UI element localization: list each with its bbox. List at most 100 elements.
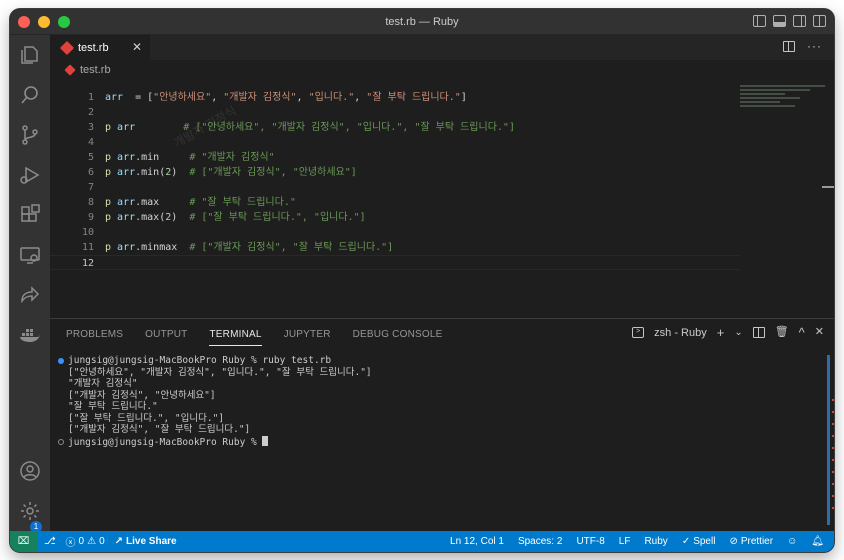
editor-tabs: test.rb ✕ ··· xyxy=(50,35,834,60)
tab-jupyter[interactable]: JUPYTER xyxy=(284,329,331,346)
terminal-name[interactable]: zsh - Ruby xyxy=(654,327,707,339)
code-line[interactable]: 10 xyxy=(50,225,740,240)
terminal-line: jungsig@jungsig-MacBookPro Ruby % ruby t… xyxy=(56,355,816,367)
code-line[interactable]: 6 p arr.min(2) # ["개발자 김정식", "안녕하세요"] xyxy=(50,165,740,180)
terminal-prompt[interactable]: jungsig@jungsig-MacBookPro Ruby % xyxy=(56,435,816,448)
line-number: 5 xyxy=(87,152,94,163)
spell-button[interactable]: ✓ Spell xyxy=(682,536,716,547)
close-window-button[interactable] xyxy=(18,16,30,28)
layout-controls xyxy=(753,15,826,27)
line-number: 4 xyxy=(87,137,94,148)
code-text: p arr.max(2) # ["잘 부탁 드립니다.", "입니다."] xyxy=(105,212,366,223)
indentation[interactable]: Spaces: 2 xyxy=(518,536,562,547)
warning-count: 0 xyxy=(99,536,105,547)
remote-explorer-icon[interactable] xyxy=(18,243,42,267)
line-number: 1 xyxy=(87,92,94,103)
terminal-output[interactable]: jungsig@jungsig-MacBookPro Ruby % ruby t… xyxy=(56,355,816,448)
account-icon[interactable] xyxy=(18,459,42,483)
code-line[interactable]: 9 p arr.max(2) # ["잘 부탁 드립니다.", "입니다."] xyxy=(50,210,740,225)
tab-output[interactable]: OUTPUT xyxy=(145,329,187,346)
code-line[interactable]: 8 p arr.max # "잘 부탁 드립니다." xyxy=(50,195,740,210)
source-control-icon[interactable] xyxy=(18,123,42,147)
zoom-window-button[interactable] xyxy=(58,16,70,28)
extensions-icon[interactable] xyxy=(18,203,42,227)
end-of-line[interactable]: LF xyxy=(619,536,631,547)
remote-indicator[interactable]: ⌧ xyxy=(10,531,37,552)
maximize-panel-icon[interactable]: ^ xyxy=(799,326,805,339)
ruby-file-icon xyxy=(64,64,76,76)
customize-layout-icon[interactable] xyxy=(813,15,826,27)
docker-icon[interactable] xyxy=(18,323,42,347)
line-number: 3 xyxy=(87,122,94,133)
code-line[interactable]: 1 arr = ["안녕하세요", "개발자 김정식", "입니다.", "잘 부… xyxy=(50,90,740,105)
prettier-icon: ⊘ xyxy=(729,536,738,547)
close-tab-icon[interactable]: ✕ xyxy=(132,40,142,54)
close-panel-icon[interactable]: ✕ xyxy=(815,326,824,339)
problems-status[interactable]: ⓧ 0 ⚠ 0 xyxy=(66,534,105,549)
more-actions-icon[interactable]: ··· xyxy=(807,40,822,52)
explorer-icon[interactable] xyxy=(18,43,42,67)
code-text: p arr.min # "개발자 김정식" xyxy=(105,152,275,163)
toggle-secondary-sidebar-icon[interactable] xyxy=(793,15,806,27)
code-line[interactable]: 3 p arr # ["안녕하세요", "개발자 김정식", "입니다.", "잘… xyxy=(50,120,740,135)
code-text: arr = ["안녕하세요", "개발자 김정식", "입니다.", "잘 부탁… xyxy=(105,92,467,103)
toggle-primary-sidebar-icon[interactable] xyxy=(753,15,766,27)
line-number: 7 xyxy=(87,182,94,193)
code-line[interactable]: 11 p arr.minmax # ["개발자 김정식", "잘 부탁 드립니다.… xyxy=(50,240,740,255)
split-terminal-icon[interactable] xyxy=(752,327,765,338)
breadcrumb-file[interactable]: test.rb xyxy=(80,64,111,76)
code-line[interactable]: 4 xyxy=(50,135,740,150)
trash-icon[interactable]: 🗑 xyxy=(775,326,789,339)
code-line[interactable]: 7 xyxy=(50,180,740,195)
status-right: Ln 12, Col 1 Spaces: 2 UTF-8 LF Ruby ✓ S… xyxy=(450,531,824,552)
tab-problems[interactable]: PROBLEMS xyxy=(66,329,123,346)
encoding[interactable]: UTF-8 xyxy=(576,536,604,547)
chevron-down-icon[interactable]: ⌄ xyxy=(734,326,742,339)
code-editor[interactable]: 1 arr = ["안녕하세요", "개발자 김정식", "입니다.", "잘 부… xyxy=(50,80,834,318)
add-terminal-icon[interactable]: + xyxy=(717,326,725,339)
terminal-scrollbar[interactable] xyxy=(827,355,830,525)
vscode-window: test.rb — Ruby 1 test.rb ✕ ··· test.rb 1… xyxy=(10,9,834,552)
panel-actions: > zsh - Ruby + ⌄ 🗑 ^ ✕ xyxy=(632,326,824,339)
feedback-icon[interactable]: ☺ xyxy=(787,536,797,547)
tab-test-rb[interactable]: test.rb ✕ xyxy=(50,35,150,60)
line-number: 8 xyxy=(87,197,94,208)
line-number: 9 xyxy=(87,212,94,223)
code-text: p arr.min(2) # ["개발자 김정식", "안녕하세요"] xyxy=(105,167,357,178)
terminal-line: ["잘 부탁 드립니다.", "입니다."] xyxy=(68,412,225,424)
search-icon[interactable] xyxy=(18,83,42,107)
terminal-line: ["개발자 김정식", "안녕하세요"] xyxy=(68,389,216,401)
git-branch-icon[interactable]: ⎇ xyxy=(44,536,56,547)
live-share-icon[interactable] xyxy=(18,283,42,307)
panel-tabs: PROBLEMS OUTPUT TERMINAL JUPYTER DEBUG C… xyxy=(66,329,442,346)
tab-debug-console[interactable]: DEBUG CONSOLE xyxy=(353,329,443,346)
minimize-window-button[interactable] xyxy=(38,16,50,28)
scrollbar-marker xyxy=(822,186,834,188)
activity-bar: 1 xyxy=(10,35,50,533)
split-editor-icon[interactable] xyxy=(783,41,795,52)
code-line[interactable]: 2 xyxy=(50,105,740,120)
status-bar: ⌧ ⎇ ⓧ 0 ⚠ 0 ↗ Live Share Ln 12, Col 1 Sp… xyxy=(10,531,834,552)
code-line[interactable]: 12 xyxy=(50,255,740,270)
run-debug-icon[interactable] xyxy=(18,163,42,187)
tab-terminal[interactable]: TERMINAL xyxy=(209,329,262,346)
prettier-button[interactable]: ⊘ Prettier xyxy=(729,536,773,547)
editor-actions: ··· xyxy=(783,40,822,52)
command-success-icon xyxy=(58,358,64,364)
terminal-line: "개발자 김정식" xyxy=(68,378,138,389)
line-number: 11 xyxy=(81,242,94,253)
title-bar: test.rb — Ruby xyxy=(10,9,834,35)
cursor-position[interactable]: Ln 12, Col 1 xyxy=(450,536,504,547)
code-line[interactable]: 5 p arr.min # "개발자 김정식" xyxy=(50,150,740,165)
minimap[interactable] xyxy=(740,85,830,115)
live-share-button[interactable]: ↗ Live Share xyxy=(115,536,177,547)
manage-gear-icon[interactable] xyxy=(18,499,42,523)
notifications-bell-icon[interactable]: 🔔︎ xyxy=(811,536,824,547)
spell-check-icon: ✓ xyxy=(681,536,691,547)
window-controls xyxy=(18,16,70,28)
toggle-panel-icon[interactable] xyxy=(773,15,786,27)
breadcrumb: test.rb xyxy=(50,60,834,80)
language-mode[interactable]: Ruby xyxy=(644,536,667,547)
line-number: 10 xyxy=(81,227,94,238)
terminal-line: ["개발자 김정식", "잘 부탁 드립니다."] xyxy=(68,424,251,435)
